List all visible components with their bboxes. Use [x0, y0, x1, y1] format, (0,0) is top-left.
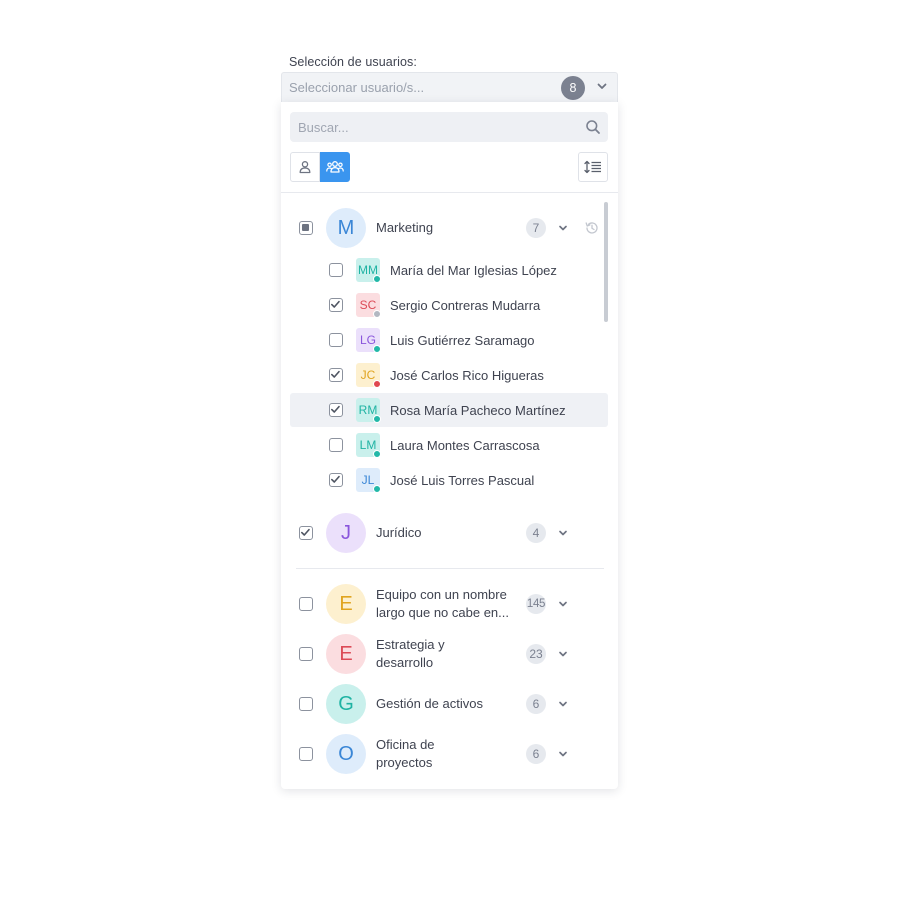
check-icon	[301, 528, 310, 536]
group-name: Gestión de activos	[376, 696, 483, 711]
chevron-down-icon[interactable]	[557, 648, 569, 660]
users-group-icon	[326, 161, 344, 173]
status-online-indicator	[373, 275, 381, 283]
check-icon	[331, 405, 340, 413]
member-checkbox-checked[interactable]	[329, 368, 343, 382]
chevron-down-icon[interactable]	[557, 698, 569, 710]
group-member-count: 6	[526, 744, 546, 764]
select-placeholder: Seleccionar usuario/s...	[289, 80, 425, 95]
group-name: Marketing	[376, 220, 434, 235]
group-member-count: 4	[526, 523, 546, 543]
group-row[interactable]: O Oficina de proyectos 6	[290, 734, 608, 774]
group-mode-button[interactable]	[320, 152, 350, 182]
sort-button[interactable]	[578, 152, 608, 182]
member-name: María del Mar Iglesias López	[390, 263, 557, 278]
member-name: Laura Montes Carrascosa	[390, 438, 540, 453]
member-name: José Carlos Rico Higueras	[390, 368, 544, 383]
member-name: Luis Gutiérrez Saramago	[390, 333, 535, 348]
chevron-down-icon[interactable]	[557, 748, 569, 760]
group-member-count: 145	[526, 594, 546, 614]
member-checkbox-checked[interactable]	[329, 403, 343, 417]
status-online-indicator	[373, 450, 381, 458]
group-row-juridico[interactable]: J Jurídico 4	[290, 513, 608, 553]
dropdown-panel: M Marketing 7 MM María del Mar Iglesias …	[281, 102, 618, 789]
user-select[interactable]: Seleccionar usuario/s... 8	[281, 72, 618, 102]
group-avatar: J	[326, 513, 366, 553]
group-name: Oficina de proyectos	[376, 737, 435, 770]
group-avatar: G	[326, 684, 366, 724]
member-name: Sergio Contreras Mudarra	[390, 298, 541, 313]
selected-count-badge: 8	[561, 76, 585, 100]
group-member-count: 6	[526, 694, 546, 714]
chevron-down-icon[interactable]	[557, 527, 569, 539]
group-row[interactable]: E Equipo con un nombre largo que no cabe…	[290, 584, 608, 624]
search-icon[interactable]	[585, 119, 601, 135]
member-name: Rosa María Pacheco Martínez	[390, 403, 566, 418]
check-icon	[331, 475, 340, 483]
group-member-count: 7	[526, 218, 546, 238]
user-mode-button[interactable]	[290, 152, 320, 182]
group-checkbox-partial[interactable]	[299, 221, 313, 235]
group-checkbox-checked[interactable]	[299, 526, 313, 540]
member-checkbox-checked[interactable]	[329, 298, 343, 312]
group-checkbox[interactable]	[299, 647, 313, 661]
group-row[interactable]: G Gestión de activos 6	[290, 684, 608, 724]
member-row[interactable]: JC José Carlos Rico Higueras	[290, 358, 608, 392]
member-row[interactable]: LM Laura Montes Carrascosa	[290, 428, 608, 462]
divider	[296, 568, 604, 569]
status-busy-indicator	[373, 380, 381, 388]
group-name: Equipo con un nombre largo que no cabe e…	[376, 587, 509, 620]
group-name: Estrategia y desarrollo	[376, 637, 445, 670]
status-online-indicator	[373, 415, 381, 423]
member-checkbox[interactable]	[329, 438, 343, 452]
chevron-down-icon[interactable]	[557, 222, 569, 234]
group-avatar: E	[326, 584, 366, 624]
status-online-indicator	[373, 345, 381, 353]
search-box	[290, 112, 608, 142]
group-checkbox[interactable]	[299, 697, 313, 711]
member-row[interactable]: SC Sergio Contreras Mudarra	[290, 288, 608, 322]
user-icon	[299, 161, 311, 174]
member-name: José Luis Torres Pascual	[390, 473, 535, 488]
member-row[interactable]: RM Rosa María Pacheco Martínez	[290, 393, 608, 427]
member-checkbox[interactable]	[329, 263, 343, 277]
chevron-down-icon[interactable]	[595, 79, 609, 93]
member-row[interactable]: LG Luis Gutiérrez Saramago	[290, 323, 608, 357]
member-checkbox-checked[interactable]	[329, 473, 343, 487]
check-icon	[331, 300, 340, 308]
sort-list-icon	[584, 160, 601, 174]
divider	[281, 192, 618, 193]
group-avatar: E	[326, 634, 366, 674]
field-label: Selección de usuarios:	[289, 55, 417, 69]
member-row[interactable]: JL José Luis Torres Pascual	[290, 463, 608, 497]
group-avatar: M	[326, 208, 366, 248]
group-row-marketing[interactable]: M Marketing 7	[290, 208, 608, 248]
member-checkbox[interactable]	[329, 333, 343, 347]
check-icon	[331, 370, 340, 378]
status-online-indicator	[373, 485, 381, 493]
group-name: Jurídico	[376, 525, 422, 540]
chevron-down-icon[interactable]	[557, 598, 569, 610]
status-offline-indicator	[373, 310, 381, 318]
group-avatar: O	[326, 734, 366, 774]
member-row[interactable]: MM María del Mar Iglesias López	[290, 253, 608, 287]
group-checkbox[interactable]	[299, 597, 313, 611]
group-row[interactable]: E Estrategia y desarrollo 23	[290, 634, 608, 674]
group-member-count: 23	[526, 644, 546, 664]
history-icon[interactable]	[584, 220, 600, 236]
group-checkbox[interactable]	[299, 747, 313, 761]
search-input[interactable]	[298, 112, 578, 142]
